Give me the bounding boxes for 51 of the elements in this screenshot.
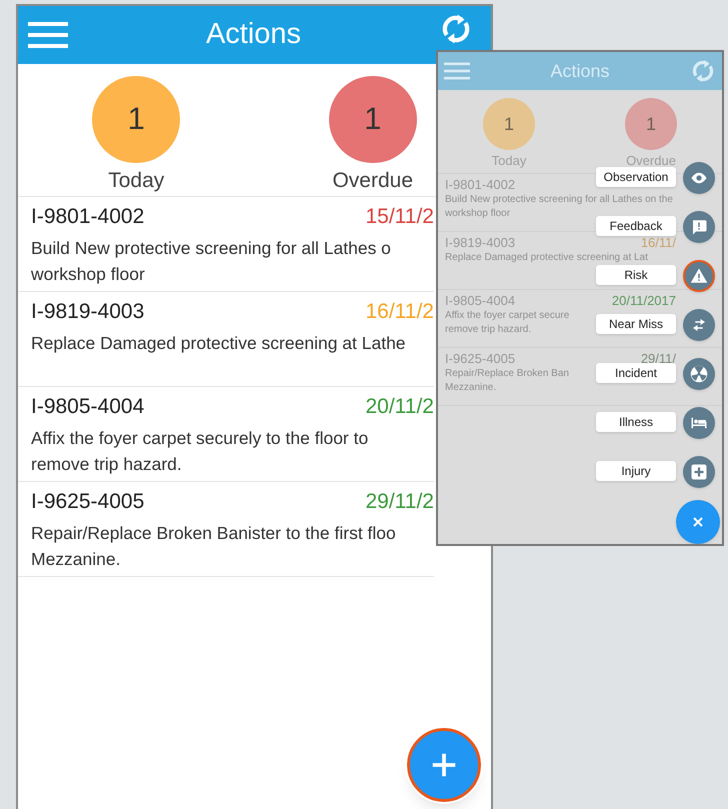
counter-label: Today (108, 168, 164, 194)
counter-label: Overdue (626, 152, 676, 170)
action-description: Replace Damaged protective screening at Lat (445, 251, 648, 265)
action-description: Repair/Replace Broken Ban Mezzanine. (445, 367, 569, 395)
action-date: 16/11/ (640, 234, 676, 251)
action-id: I-9805-4004 (31, 394, 144, 420)
action-id: I-9805-4004 (445, 292, 516, 309)
warning-icon[interactable] (690, 267, 708, 285)
action-id: I-9625-4005 (445, 350, 516, 367)
action-row[interactable]: I-9625-4005 29/11/2 Repair/Replace Broken Banister to the first floo Mezzanine. (18, 482, 434, 577)
menu-option-button[interactable] (683, 358, 715, 390)
counter-label: Overdue (332, 168, 414, 194)
action-id: I-9819-4003 (31, 299, 144, 325)
action-id: I-9819-4003 (445, 234, 516, 251)
feedback-icon[interactable] (690, 218, 708, 236)
counter-label: Today (492, 152, 526, 170)
plus-square-icon[interactable] (690, 463, 708, 481)
menu-option-button[interactable] (683, 309, 715, 341)
action-row[interactable]: I-9819-4003 16/11/2 Replace Damaged protective screening at Lathe (18, 292, 434, 387)
menu-option-label[interactable]: Incident (596, 363, 676, 383)
menu-option-label[interactable]: Observation (596, 167, 676, 187)
menu-option-button[interactable] (683, 211, 715, 243)
menu-option-label[interactable]: Illness (596, 412, 676, 432)
action-id: I-9801-4002 (445, 176, 516, 193)
action-description: Repair/Replace Broken Banister to the first floo Mezzanine. (31, 522, 396, 570)
radiation-icon[interactable] (690, 365, 708, 383)
header-title: Actions (550, 60, 610, 82)
action-id: I-9625-4005 (31, 489, 144, 515)
menu-option-label[interactable]: Injury (596, 461, 676, 481)
action-description: Affix the foyer carpet securely to the floor to remove trip hazard. (31, 426, 368, 476)
header-title: Actions (206, 17, 302, 52)
action-date: 15/11/2 (365, 204, 434, 230)
action-row[interactable]: I-9805-4004 20/11/2 Affix the foyer carpet securely to the floor to remove trip hazard. (18, 387, 434, 482)
action-row[interactable]: I-9801-4002 15/11/2 Build New protective screening for all Lathes o workshop floor (18, 197, 434, 292)
menu-option-button[interactable] (683, 456, 715, 488)
menu-option-button[interactable] (683, 162, 715, 194)
action-description: Replace Damaged protective screening at Lathe (31, 332, 406, 355)
action-date: 29/11/2 (365, 489, 434, 515)
menu-option-label[interactable]: Near Miss (596, 314, 676, 334)
menu-option-label[interactable]: Feedback (596, 216, 676, 236)
action-date: 20/11/2 (365, 394, 434, 420)
close-button[interactable] (676, 500, 720, 544)
menu-icon[interactable] (28, 20, 68, 50)
action-date: 16/11/2 (365, 299, 434, 325)
action-description: Build New protective screening for all Lathes o workshop floor (31, 236, 391, 286)
action-description: Affix the foyer carpet secure remove trip hazard. (445, 309, 570, 337)
menu-option-button[interactable] (683, 407, 715, 439)
action-id: I-9801-4002 (31, 204, 144, 230)
menu-option-button[interactable] (683, 260, 715, 292)
action-date: 20/11/2017 (612, 292, 676, 309)
menu-option-label[interactable]: Risk (596, 265, 676, 285)
